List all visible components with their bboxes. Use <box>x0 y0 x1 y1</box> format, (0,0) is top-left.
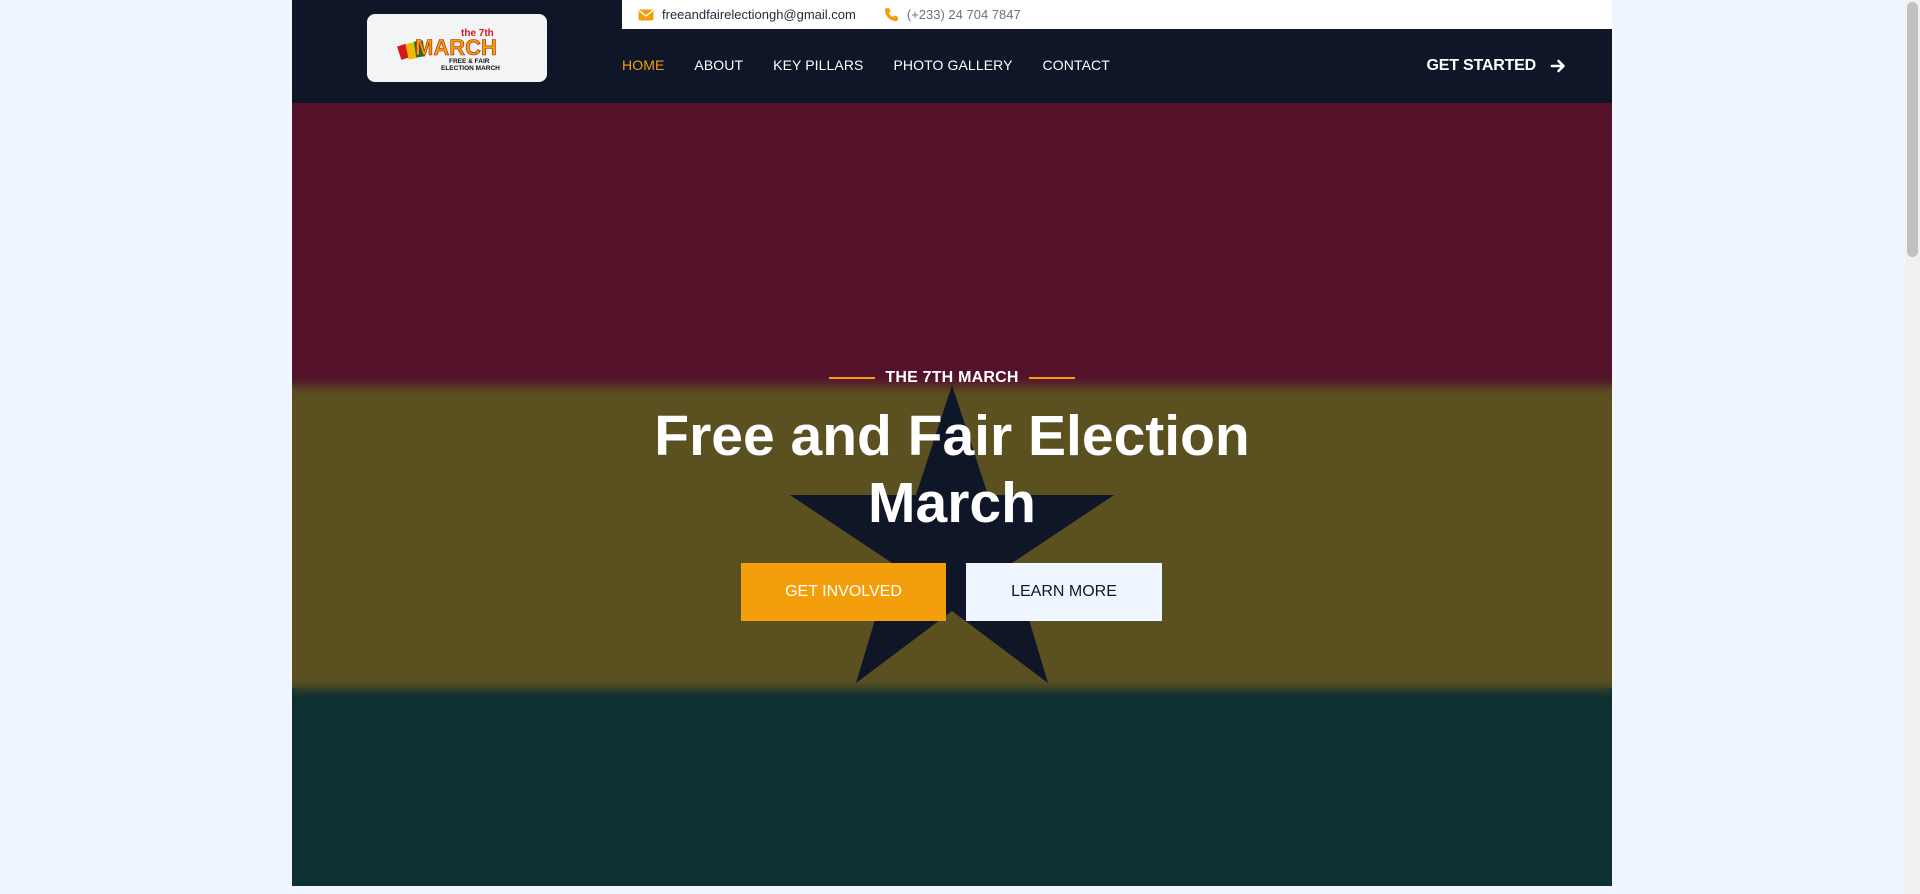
nav-key-pillars[interactable]: KEY PILLARS <box>773 57 863 73</box>
phone-text: (+233) 24 704 7847 <box>906 7 1021 22</box>
eyebrow-line-right <box>1028 377 1075 379</box>
get-started-label: GET STARTED <box>1426 57 1536 74</box>
hero-title: Free and Fair Election March <box>654 404 1250 535</box>
arrow-right-icon <box>1550 58 1566 74</box>
contact-topbar: freeandfairelectiongh@gmail.com (+233) 2… <box>622 0 1612 29</box>
email-text: freeandfairelectiongh@gmail.com <box>662 7 856 22</box>
logo-text-sub1: FREE & FAIR <box>449 58 490 65</box>
phone-icon <box>884 7 899 22</box>
nav-home[interactable]: HOME <box>622 57 664 73</box>
logo-text-main: MARCH <box>415 35 497 60</box>
hero-content: THE 7TH MARCH Free and Fair Election Mar… <box>292 103 1612 886</box>
get-involved-button[interactable]: GET INVOLVED <box>741 563 946 621</box>
page-scrollbar[interactable] <box>1905 0 1920 894</box>
envelope-icon <box>638 9 654 21</box>
hero-eyebrow: THE 7TH MARCH <box>292 369 1612 387</box>
site-logo[interactable]: the 7th MARCH FREE & FAIR ELECTION MARCH <box>367 14 547 82</box>
get-started-button[interactable]: GET STARTED <box>1426 54 1566 78</box>
main-nav: HOME ABOUT KEY PILLARS PHOTO GALLERY CON… <box>622 52 1140 78</box>
learn-more-button[interactable]: LEARN MORE <box>966 563 1162 621</box>
logo-image: the 7th MARCH FREE & FAIR ELECTION MARCH <box>397 28 500 72</box>
nav-about[interactable]: ABOUT <box>694 57 743 73</box>
nav-photo-gallery[interactable]: PHOTO GALLERY <box>893 57 1012 73</box>
site-header: the 7th MARCH FREE & FAIR ELECTION MARCH… <box>292 0 1612 103</box>
logo-text-sub2: ELECTION MARCH <box>441 65 500 72</box>
page-container: the 7th MARCH FREE & FAIR ELECTION MARCH… <box>292 0 1612 886</box>
hero-section: THE 7TH MARCH Free and Fair Election Mar… <box>292 103 1612 886</box>
nav-contact[interactable]: CONTACT <box>1043 57 1110 73</box>
eyebrow-text: THE 7TH MARCH <box>885 369 1019 386</box>
email-contact[interactable]: freeandfairelectiongh@gmail.com <box>638 7 856 22</box>
phone-contact[interactable]: (+233) 24 704 7847 <box>884 7 1021 22</box>
scrollbar-thumb[interactable] <box>1907 2 1918 257</box>
eyebrow-line-left <box>829 377 876 379</box>
